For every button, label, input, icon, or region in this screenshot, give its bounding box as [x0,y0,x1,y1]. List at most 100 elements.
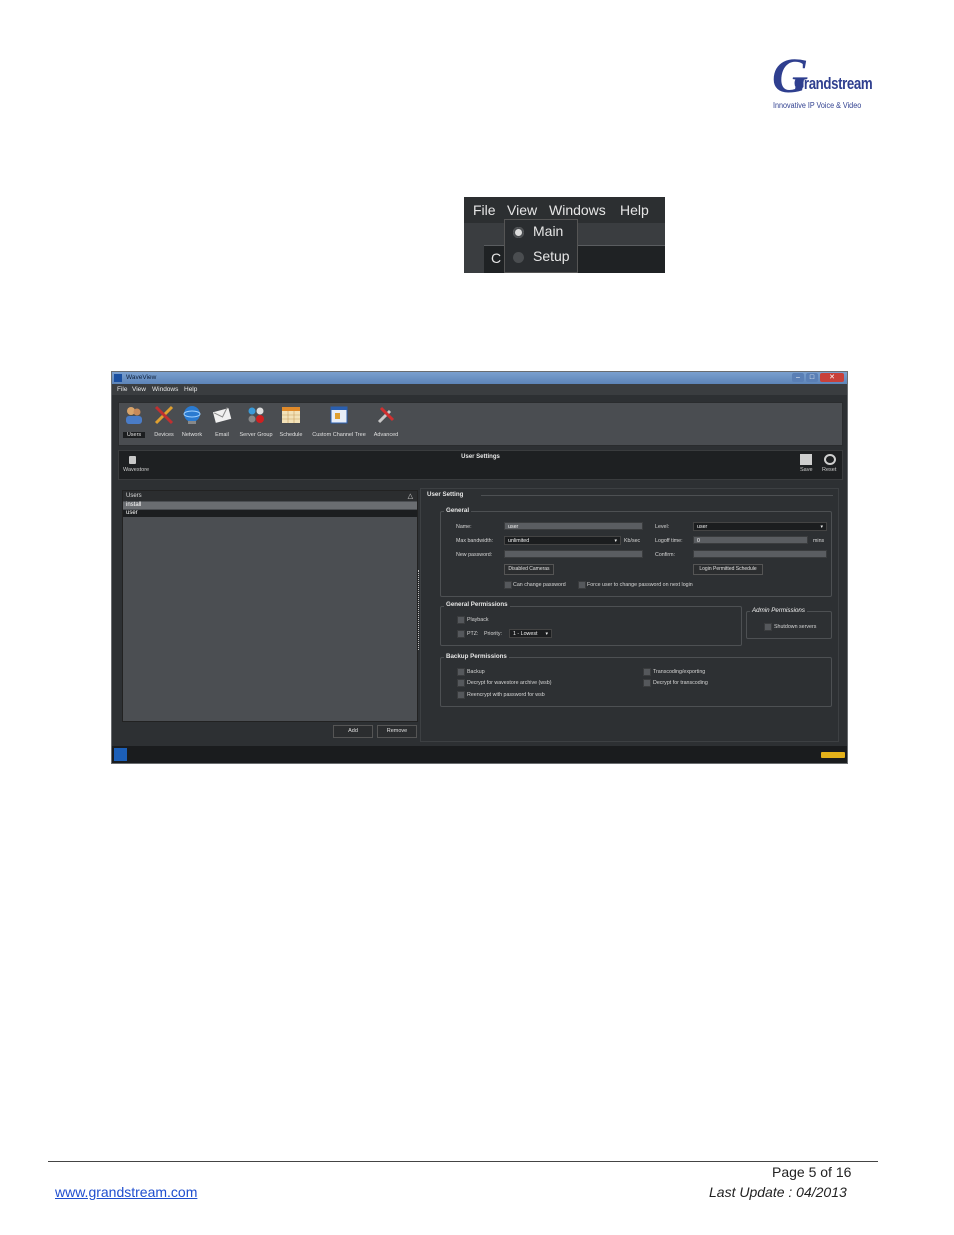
transcoding-label: Transcoding/exporting [653,669,706,675]
transcoding-checkbox[interactable] [643,668,651,676]
save-button[interactable]: Save [800,467,813,473]
user-settings-header: User Settings Wavestore Save Reset [118,450,843,480]
tool-network[interactable]: Network [179,405,205,438]
tool-schedule[interactable]: Schedule [277,405,305,438]
disabled-cameras-button[interactable]: Disabled Cameras [504,564,554,575]
app-menu-windows[interactable]: Windows [152,386,178,393]
footer-divider [48,1161,878,1162]
email-icon [212,407,232,423]
minimize-button[interactable]: – [792,373,804,382]
name-label: Name: [456,524,472,530]
wavestore-label[interactable]: Wavestore [123,467,149,473]
users-list[interactable]: Users △ install user [122,490,418,722]
tool-custom-channel-tree[interactable]: Custom Channel Tree [307,405,371,438]
name-input[interactable]: user [504,522,643,530]
app-menu-file[interactable]: File [117,386,127,393]
decrypt-archive-checkbox[interactable] [457,679,465,687]
view-menu-screenshot: File View Windows Help C Main Setup [464,197,665,273]
status-bar [112,746,847,763]
can-change-password-checkbox[interactable] [504,581,512,589]
maximize-button[interactable]: □ [806,373,818,382]
app-menu-view[interactable]: View [132,386,146,393]
wavestore-icon [129,456,136,464]
backup-checkbox[interactable] [457,668,465,676]
logoff-time-label: Logoff time: [655,538,683,544]
schedule-icon [282,407,300,423]
settings-toolbar: Users Devices Network Email Server Group… [118,402,843,446]
priority-label: Priority: [484,631,502,637]
priority-select[interactable]: 1 - Lowest ▾ [509,629,552,638]
app-menu-help[interactable]: Help [184,386,197,393]
backup-label: Backup [467,669,485,675]
divider [481,495,833,496]
shutdown-servers-checkbox[interactable] [764,623,772,631]
new-password-label: New password: [456,552,493,558]
dropdown-item-setup[interactable]: Setup [533,248,570,264]
status-indicator [821,752,845,758]
bandwidth-unit: Kb/sec [624,538,641,544]
channel-tree-icon [330,406,348,424]
user-setting-title: User Setting [427,491,464,498]
new-password-field[interactable] [504,550,643,558]
menu-help[interactable]: Help [620,202,649,218]
tool-devices[interactable]: Devices [151,405,177,438]
server-group-icon [248,407,264,423]
ptz-label: PTZ: [467,631,479,637]
confirm-label: Confirm: [655,552,676,558]
page-title: User Settings [461,454,500,460]
partial-label: C [491,250,502,266]
decrypt-transcoding-checkbox[interactable] [643,679,651,687]
logoff-time-input[interactable]: 0 [693,536,808,544]
window-title: WaveView [126,374,157,381]
force-change-password-checkbox[interactable] [578,581,586,589]
dropdown-item-main[interactable]: Main [533,223,563,239]
menu-view[interactable]: View [507,202,537,218]
sort-triangle-icon: △ [407,493,413,500]
grandstream-logo: G Grandstream Innovative IP Voice & Vide… [768,46,873,116]
confirm-password-field[interactable] [693,550,827,558]
add-button[interactable]: Add [333,725,373,738]
general-permissions-group [440,606,742,646]
page-number: Page 5 of 16 [772,1164,852,1180]
users-pane: Users △ install user Add Remove [122,490,418,738]
force-change-password-label: Force user to change password on next lo… [587,582,693,588]
chevron-down-icon: ▾ [545,631,548,637]
shutdown-servers-label: Shutdown servers [774,624,817,630]
remove-button[interactable]: Remove [377,725,417,738]
users-icon [126,407,142,424]
network-icon [183,406,201,424]
playback-checkbox[interactable] [457,616,465,624]
advanced-icon [377,406,395,424]
general-permissions-title: General Permissions [444,601,510,608]
admin-permissions-title: Admin Permissions [750,607,807,614]
reset-icon[interactable] [824,454,836,465]
general-title: General [444,507,472,514]
save-icon[interactable] [800,454,812,465]
tool-email[interactable]: Email [210,405,234,438]
menu-file[interactable]: File [473,202,496,218]
level-label: Level: [655,524,670,530]
app-logo-icon [114,748,127,761]
ptz-checkbox[interactable] [457,630,465,638]
reencrypt-checkbox[interactable] [457,691,465,699]
list-item[interactable]: install [123,502,417,509]
level-select[interactable]: user ▾ [693,522,827,531]
decrypt-transcoding-label: Decrypt for transcoding [653,680,708,686]
tool-advanced[interactable]: Advanced [370,405,402,438]
chevron-down-icon: ▾ [820,524,823,530]
website-link[interactable]: www.grandstream.com [55,1184,197,1200]
reset-button[interactable]: Reset [822,467,836,473]
tool-server-group[interactable]: Server Group [236,405,276,438]
close-button[interactable]: ✕ [820,373,844,382]
can-change-password-label: Can change password [513,582,566,588]
logoff-unit: mins [813,538,825,544]
users-column-header[interactable]: Users △ [123,491,417,501]
playback-label: Playback [467,617,489,623]
max-bandwidth-select[interactable]: unlimited ▾ [504,536,621,545]
tool-users[interactable]: Users [123,405,145,438]
menu-windows[interactable]: Windows [549,202,606,218]
user-setting-pane: User Setting General Name: user Level: u… [420,488,839,742]
list-item-selected[interactable]: user [123,510,417,517]
app-menu-bar: File View Windows Help [112,384,847,395]
login-schedule-button[interactable]: Login Permitted Schedule [693,564,763,575]
